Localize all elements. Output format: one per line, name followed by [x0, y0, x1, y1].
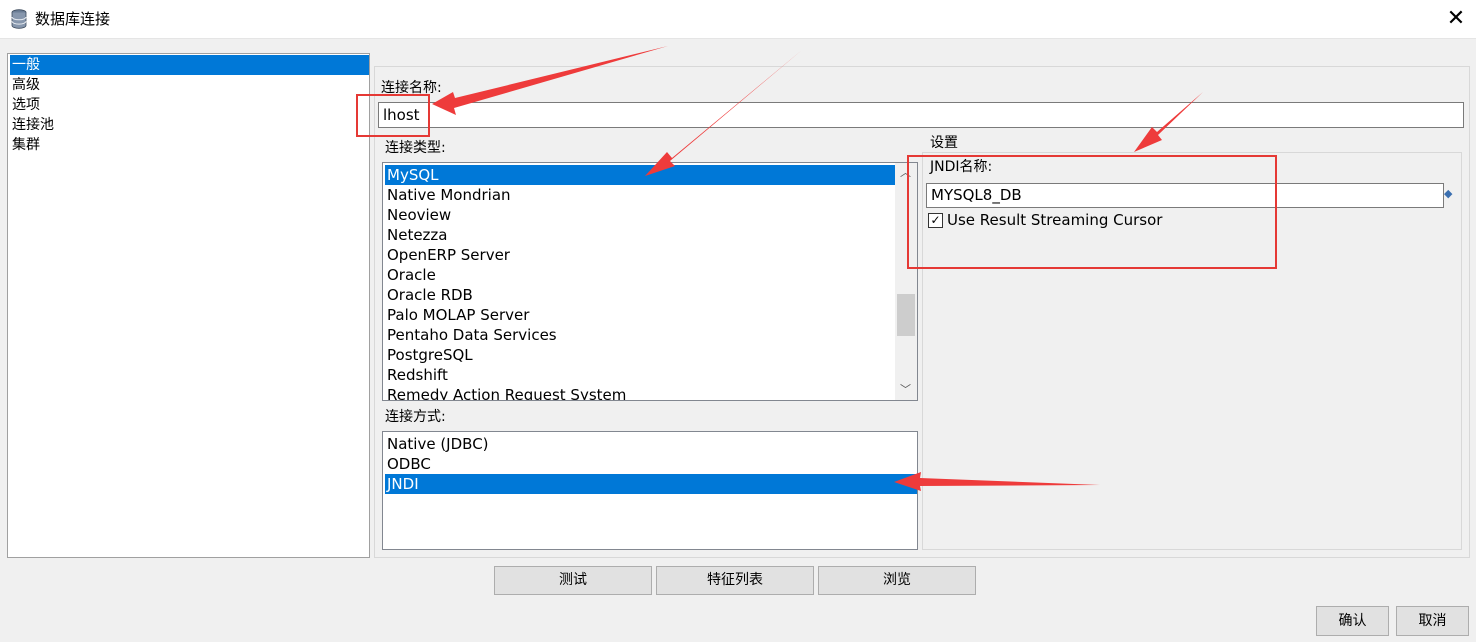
annotation-arrow-name	[432, 46, 668, 115]
annotation-arrow-settings	[1134, 92, 1203, 152]
annotation-arrows	[432, 46, 1203, 491]
annotation-arrow-type	[645, 50, 802, 176]
annotation-arrow-jndi	[894, 472, 1100, 491]
